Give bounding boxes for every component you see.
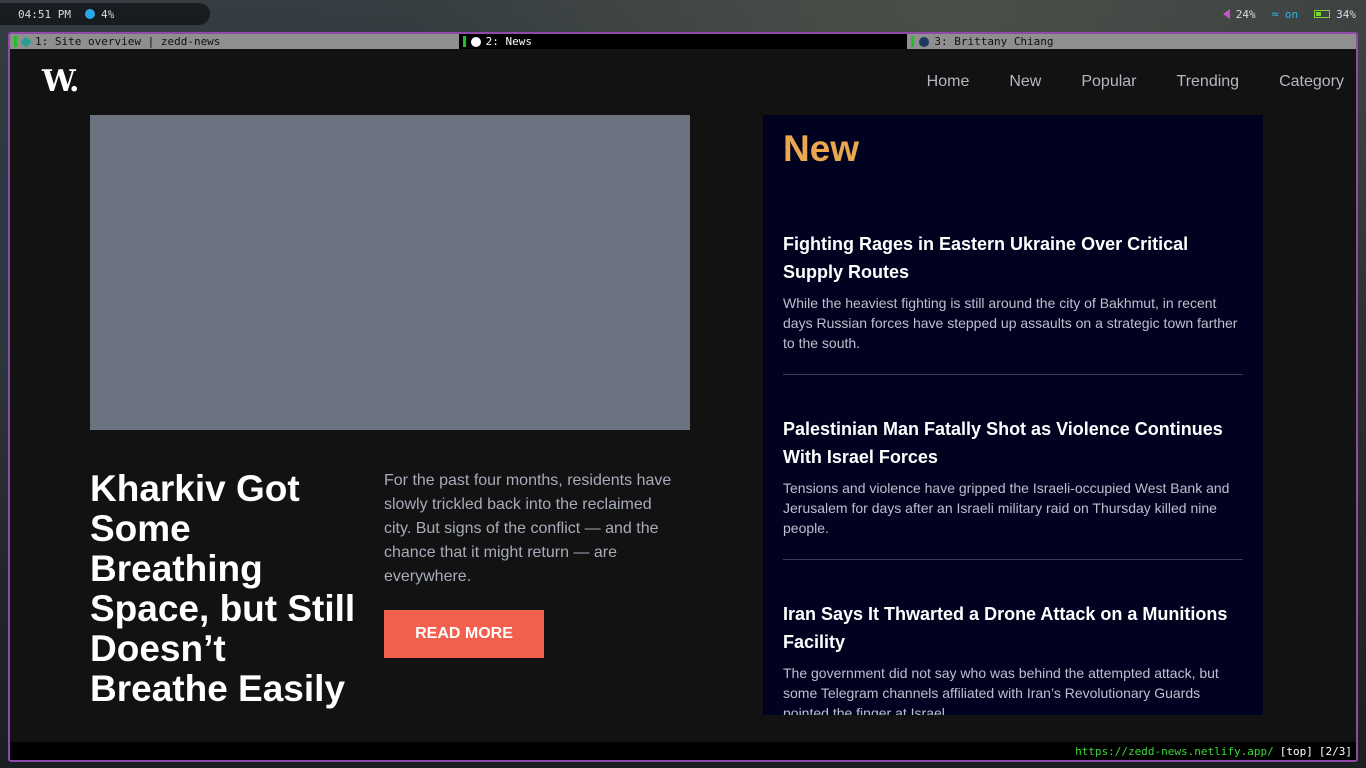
tab-marker	[14, 36, 17, 47]
article-title[interactable]: Fighting Rages in Eastern Ukraine Over C…	[783, 230, 1243, 286]
read-more-button[interactable]: READ MORE	[384, 610, 544, 658]
tab-news[interactable]: 2: News	[458, 34, 908, 49]
hero-title: Kharkiv Got Some Breathing Space, but St…	[90, 468, 356, 709]
cpu-icon	[84, 9, 95, 19]
wifi-icon: ≈	[1271, 7, 1279, 21]
news-article: Iran Says It Thwarted a Drone Attack on …	[783, 600, 1243, 715]
wifi-indicator[interactable]: ≈ on	[1272, 7, 1298, 21]
news-article: Palestinian Man Fatally Shot as Violence…	[783, 415, 1243, 538]
tab-marker	[911, 36, 915, 47]
cpu-value: 4%	[100, 7, 115, 21]
news-article: Fighting Rages in Eastern Ukraine Over C…	[783, 230, 1243, 353]
article-divider	[783, 374, 1243, 375]
article-summary: While the heaviest fighting is still aro…	[783, 295, 1238, 351]
status-scroll-position: [top]	[1279, 744, 1313, 758]
hero-description: For the past four months, residents have…	[384, 472, 672, 585]
volume-icon	[1222, 9, 1230, 19]
clock: 04:51 PM	[18, 7, 71, 21]
nav-new[interactable]: New	[1009, 73, 1041, 91]
nav-category[interactable]: Category	[1279, 73, 1344, 91]
site-logo[interactable]: W.	[42, 64, 79, 99]
system-bar-right: 24% ≈ on 34%	[1222, 3, 1356, 25]
article-summary: Tensions and violence have gripped the I…	[783, 480, 1230, 536]
article-title[interactable]: Palestinian Man Fatally Shot as Violence…	[783, 415, 1243, 471]
article-divider	[783, 559, 1243, 560]
tab-site-overview[interactable]: 1: Site overview | zedd-news	[10, 34, 459, 49]
hexagon-favicon-icon	[919, 36, 930, 47]
main-nav: Home New Popular Trending Category	[927, 73, 1344, 91]
cpu-indicator: 4%	[84, 7, 115, 21]
article-title[interactable]: Iran Says It Thwarted a Drone Attack on …	[783, 600, 1243, 656]
article-summary: The government did not say who was behin…	[783, 665, 1219, 715]
tab-label: 2: News	[485, 35, 533, 48]
status-tab-index: [2/3]	[1318, 744, 1352, 758]
battery-indicator: 34%	[1314, 8, 1356, 21]
tab-label: 3: Brittany Chiang	[934, 35, 1054, 48]
battery-icon	[1314, 10, 1331, 18]
diamond-favicon-icon	[20, 35, 32, 48]
system-bar: 04:51 PM 4% 24% ≈ on 34%	[0, 0, 1366, 30]
battery-value: 34%	[1336, 7, 1356, 21]
nav-trending[interactable]: Trending	[1177, 73, 1240, 91]
volume-value: 24%	[1235, 7, 1256, 21]
page-viewport: W. Home New Popular Trending Category Kh…	[10, 49, 1356, 742]
new-section-heading: New	[783, 128, 860, 169]
circle-favicon-icon	[470, 36, 481, 47]
tab-marker	[462, 36, 466, 47]
tab-brittany-chiang[interactable]: 3: Brittany Chiang	[907, 34, 1356, 49]
browser-window: 1: Site overview | zedd-news 2: News 3: …	[8, 32, 1358, 762]
status-url: https://zedd-news.netlify.app/	[1075, 744, 1274, 758]
volume-indicator[interactable]: 24%	[1222, 7, 1256, 21]
system-bar-left: 04:51 PM 4%	[0, 3, 210, 25]
nav-popular[interactable]: Popular	[1081, 73, 1136, 91]
browser-status-bar: https://zedd-news.netlify.app/ [top] [2/…	[10, 742, 1356, 760]
tab-label: 1: Site overview | zedd-news	[35, 35, 221, 48]
hero-image-placeholder	[90, 115, 690, 430]
wifi-value: on	[1284, 7, 1299, 21]
nav-home[interactable]: Home	[927, 73, 970, 91]
new-section: New Fighting Rages in Eastern Ukraine Ov…	[763, 115, 1263, 715]
tab-bar: 1: Site overview | zedd-news 2: News 3: …	[10, 34, 1356, 49]
